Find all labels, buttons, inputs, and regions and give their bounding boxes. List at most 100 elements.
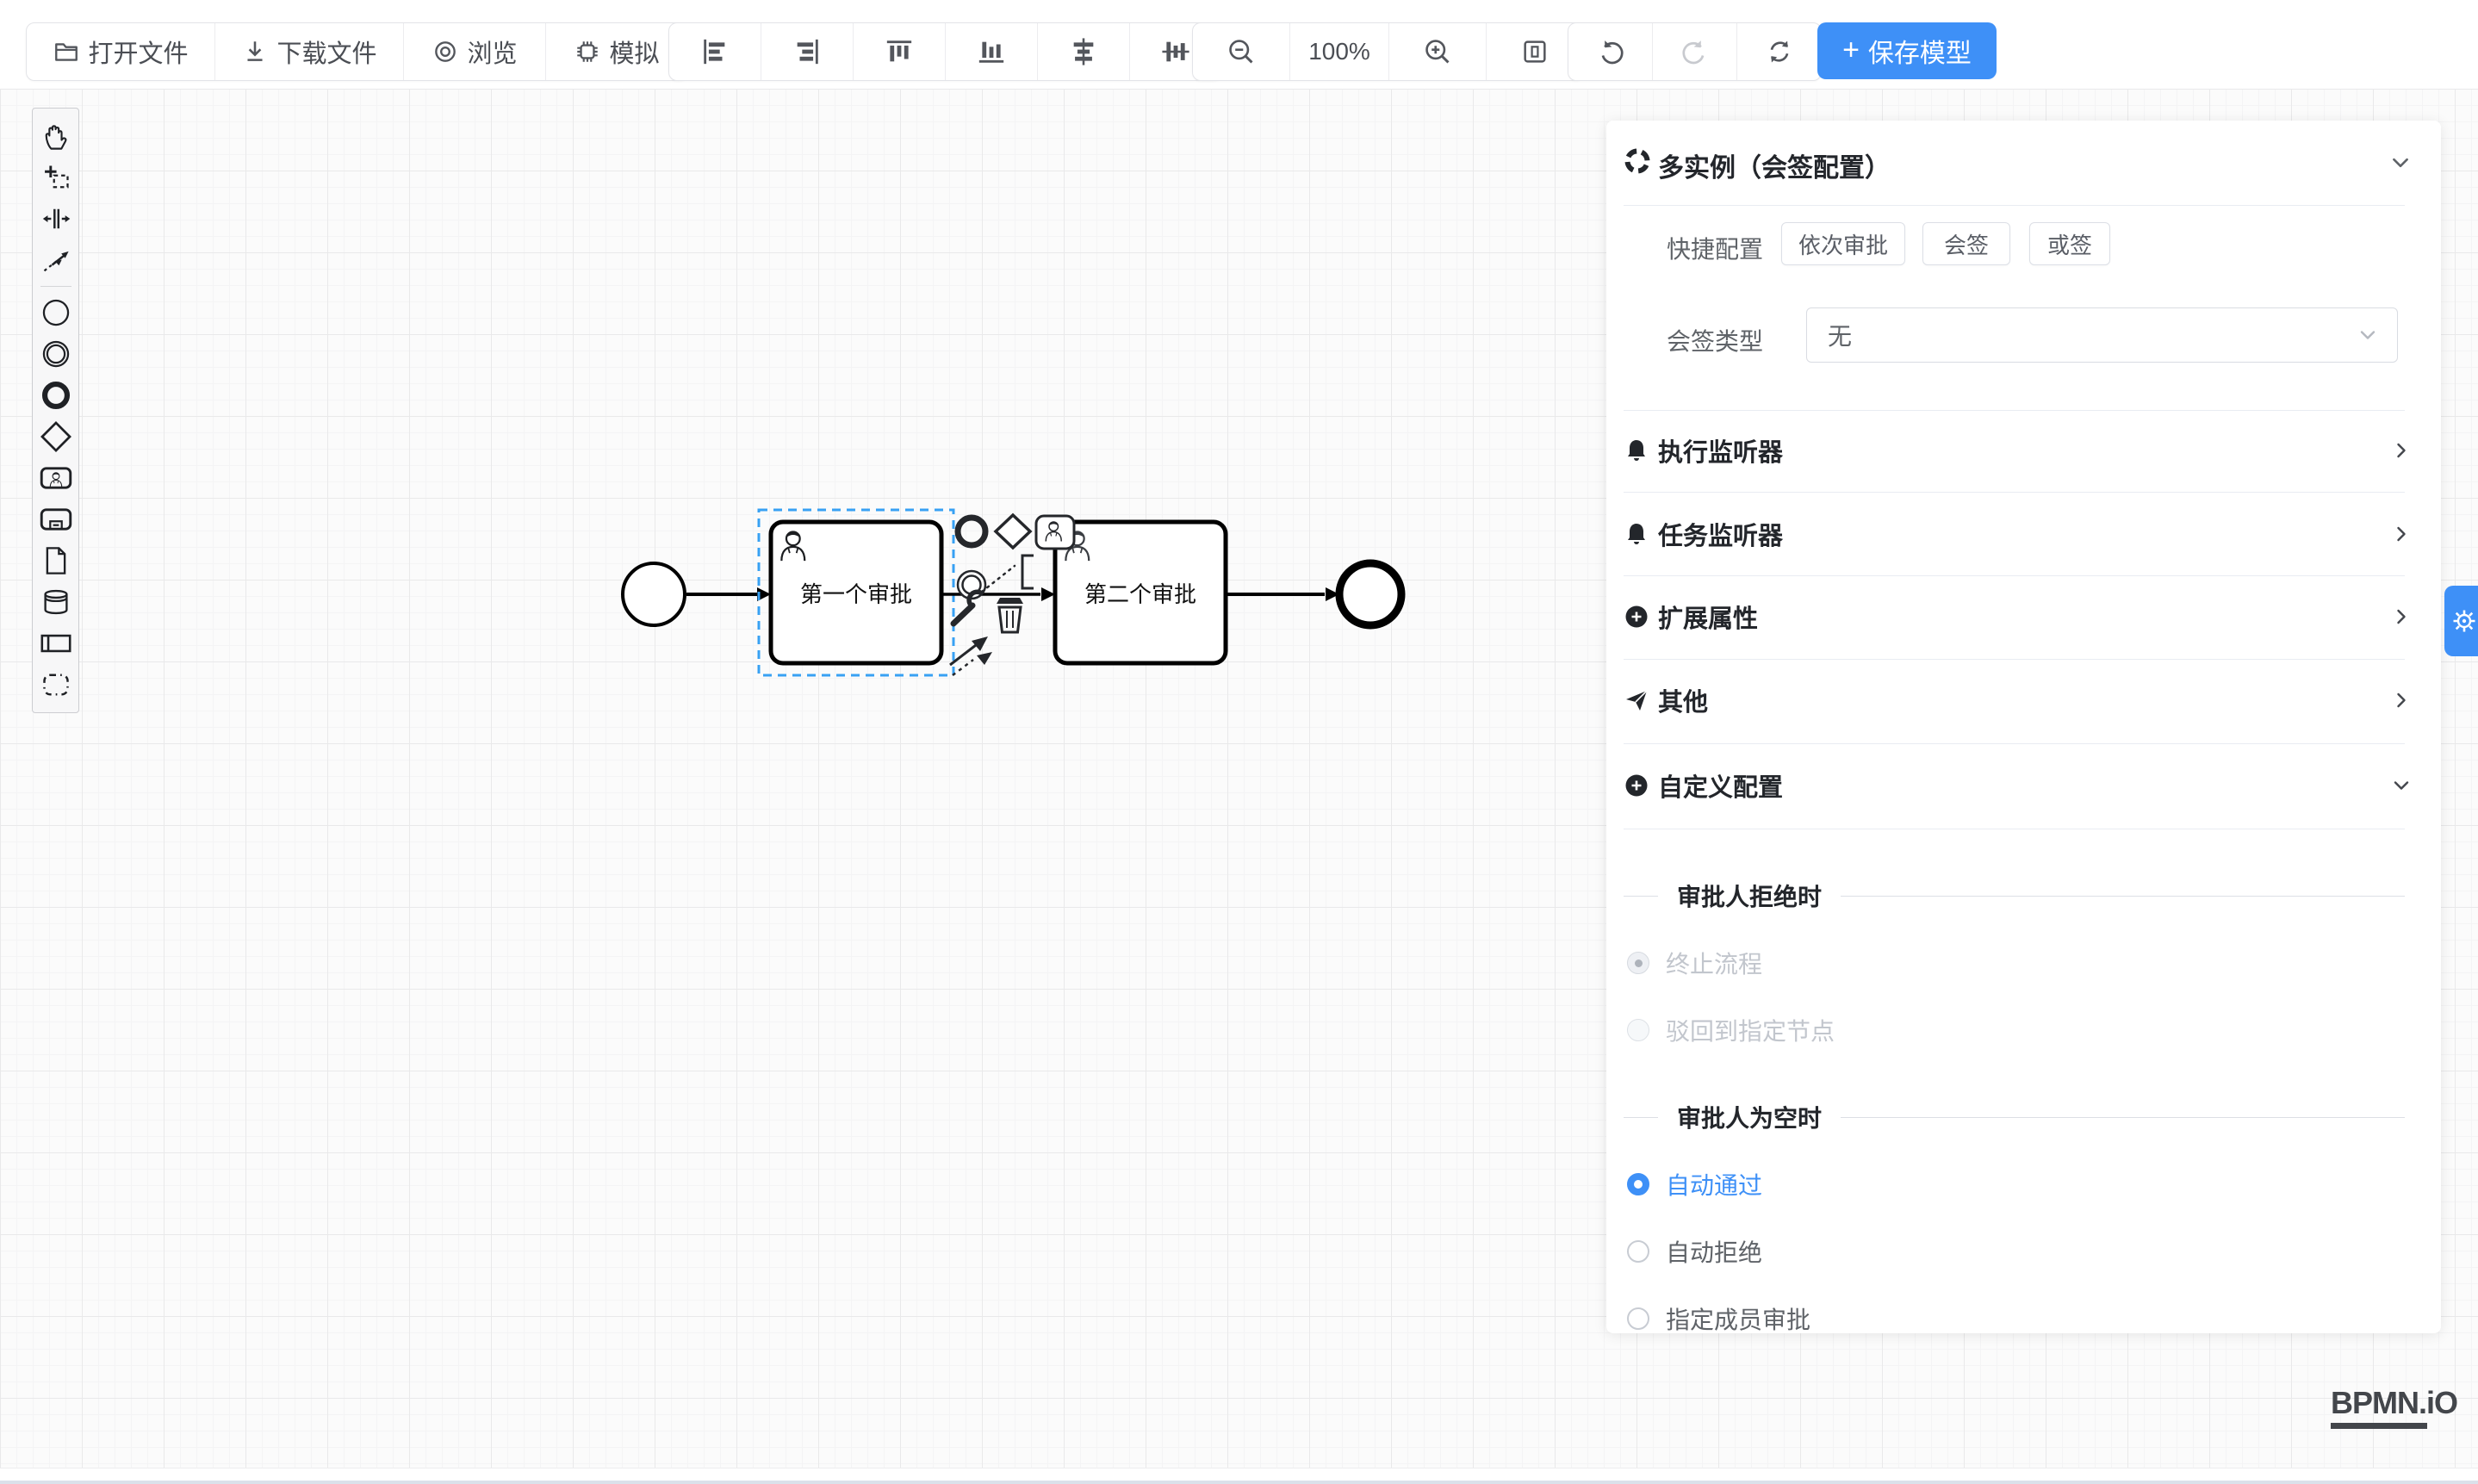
zoom-level-display[interactable]: 100%: [1290, 23, 1389, 80]
preview-button[interactable]: 浏览: [404, 23, 546, 80]
section-label: 扩展属性: [1658, 599, 1758, 635]
align-bottom-button[interactable]: [946, 23, 1038, 80]
user-task-node-1[interactable]: 第一个审批: [771, 522, 941, 663]
button-label: 或签: [2047, 228, 2092, 260]
align-vertical-middle-icon: [1161, 37, 1190, 66]
quick-config-countersign-button[interactable]: 会签: [1922, 222, 2010, 265]
simulate-button[interactable]: 模拟: [546, 23, 687, 80]
download-file-button[interactable]: 下载文件: [215, 23, 404, 80]
radio-assign-member[interactable]: 指定成员审批: [1627, 1301, 1810, 1336]
open-file-label: 打开文件: [88, 34, 188, 70]
logo-underline: [2331, 1423, 2427, 1429]
chip-icon: [574, 38, 601, 65]
align-top-button[interactable]: [854, 23, 946, 80]
send-icon: [1624, 687, 1651, 713]
section-custom-config[interactable]: 自定义配置: [1606, 744, 2441, 827]
lasso-tool[interactable]: [35, 157, 77, 198]
global-connect-tool[interactable]: [35, 239, 77, 281]
trash-icon[interactable]: [997, 598, 1023, 632]
bell-icon: [1624, 438, 1651, 463]
reject-group-divider: 审批人拒绝时: [1624, 879, 2405, 913]
zoom-out-button[interactable]: [1193, 23, 1290, 80]
gear-icon: [2451, 608, 2477, 634]
chevron-down-icon[interactable]: [2389, 152, 2412, 174]
align-button-group: [668, 22, 1222, 81]
sign-type-select[interactable]: 无: [1806, 307, 2398, 363]
create-gateway[interactable]: [35, 416, 77, 457]
create-data-store[interactable]: [35, 581, 77, 623]
section-label: 其他: [1658, 682, 1708, 718]
create-end-event[interactable]: [35, 375, 77, 416]
quick-config-orsign-button[interactable]: 或签: [2029, 222, 2110, 265]
empty-group-divider: 审批人为空时: [1624, 1100, 2405, 1134]
save-model-button[interactable]: + 保存模型: [1817, 22, 1997, 79]
create-participant[interactable]: [35, 623, 77, 664]
open-file-button[interactable]: 打开文件: [27, 23, 215, 80]
align-horizontal-center-button[interactable]: [1038, 23, 1130, 80]
zoom-in-button[interactable]: [1389, 23, 1487, 80]
append-end-event-icon[interactable]: [958, 518, 985, 545]
create-group[interactable]: [35, 664, 77, 705]
bpmn-io-logo[interactable]: BPMN.iO: [2331, 1385, 2457, 1429]
preview-label: 浏览: [467, 34, 517, 70]
select-value: 无: [1828, 318, 2357, 352]
radio-auto-reject[interactable]: 自动拒绝: [1627, 1234, 1762, 1269]
start-event-node[interactable]: [623, 563, 685, 625]
create-start-event[interactable]: [35, 292, 77, 333]
radio-icon: [1627, 1307, 1649, 1330]
sequence-flow-3[interactable]: [1226, 587, 1339, 601]
redo-button[interactable]: [1653, 23, 1737, 80]
connect-tool-icon[interactable]: [950, 636, 992, 675]
section-other[interactable]: 其他: [1606, 659, 2441, 742]
save-model-label: 保存模型: [1868, 32, 1972, 70]
radio-auto-pass[interactable]: 自动通过: [1627, 1167, 1762, 1201]
radio-return-to-node[interactable]: 驳回到指定节点: [1627, 1013, 1835, 1047]
undo-button[interactable]: [1568, 23, 1653, 80]
redo-icon: [1680, 37, 1710, 66]
chevron-down-icon: [2357, 325, 2378, 345]
zoom-button-group: 100%: [1192, 22, 1584, 81]
align-left-button[interactable]: [669, 23, 761, 80]
align-top-icon: [885, 37, 914, 66]
plus-circle-icon: [1624, 604, 1651, 630]
chevron-right-icon: [2391, 524, 2412, 544]
section-label: 执行监听器: [1658, 432, 1783, 469]
create-user-task[interactable]: [35, 457, 77, 499]
radio-icon: [1627, 1240, 1649, 1263]
zoom-in-icon: [1423, 37, 1452, 66]
align-right-button[interactable]: [761, 23, 854, 80]
panel-header[interactable]: 多实例（会签配置）: [1606, 136, 2441, 186]
radio-icon: [1627, 1173, 1649, 1195]
chevron-right-icon: [2391, 606, 2412, 627]
fit-viewport-icon: [1520, 37, 1550, 66]
space-tool[interactable]: [35, 198, 77, 239]
zoom-out-icon: [1227, 37, 1256, 66]
section-task-listener[interactable]: 任务监听器: [1606, 493, 2441, 575]
bottom-edge-strip: [0, 1481, 2478, 1484]
create-call-activity[interactable]: [35, 499, 77, 540]
file-button-group: 打开文件 下载文件 浏览 模拟: [26, 22, 688, 81]
chevron-right-icon: [2391, 440, 2412, 461]
folder-open-icon: [53, 38, 80, 65]
reset-icon-button[interactable]: [1737, 23, 1821, 80]
radio-label: 指定成员审批: [1666, 1301, 1810, 1336]
section-execution-listener[interactable]: 执行监听器: [1606, 409, 2441, 492]
chevron-down-icon: [2391, 775, 2412, 796]
user-task-node-2[interactable]: 第二个审批: [1055, 522, 1226, 663]
reject-group-title: 审批人拒绝时: [1677, 879, 1822, 913]
align-bottom-icon: [977, 37, 1006, 66]
radio-terminate-process[interactable]: 终止流程: [1627, 946, 1762, 980]
hand-tool[interactable]: [35, 115, 77, 157]
create-intermediate-event[interactable]: [35, 333, 77, 375]
reset-icon: [1765, 37, 1794, 66]
section-extended-properties[interactable]: 扩展属性: [1606, 575, 2441, 658]
tool-palette: [32, 108, 79, 713]
sign-type-label: 会签类型: [1606, 323, 1763, 357]
panel-toggle-tab[interactable]: [2444, 586, 2478, 656]
append-user-task-icon[interactable]: [1036, 516, 1074, 549]
create-data-object[interactable]: [35, 540, 77, 581]
quick-config-sequential-button[interactable]: 依次审批: [1781, 222, 1905, 265]
append-gateway-icon[interactable]: [996, 515, 1030, 548]
append-text-annotation-icon[interactable]: [982, 556, 1034, 592]
end-event-node[interactable]: [1339, 563, 1401, 625]
